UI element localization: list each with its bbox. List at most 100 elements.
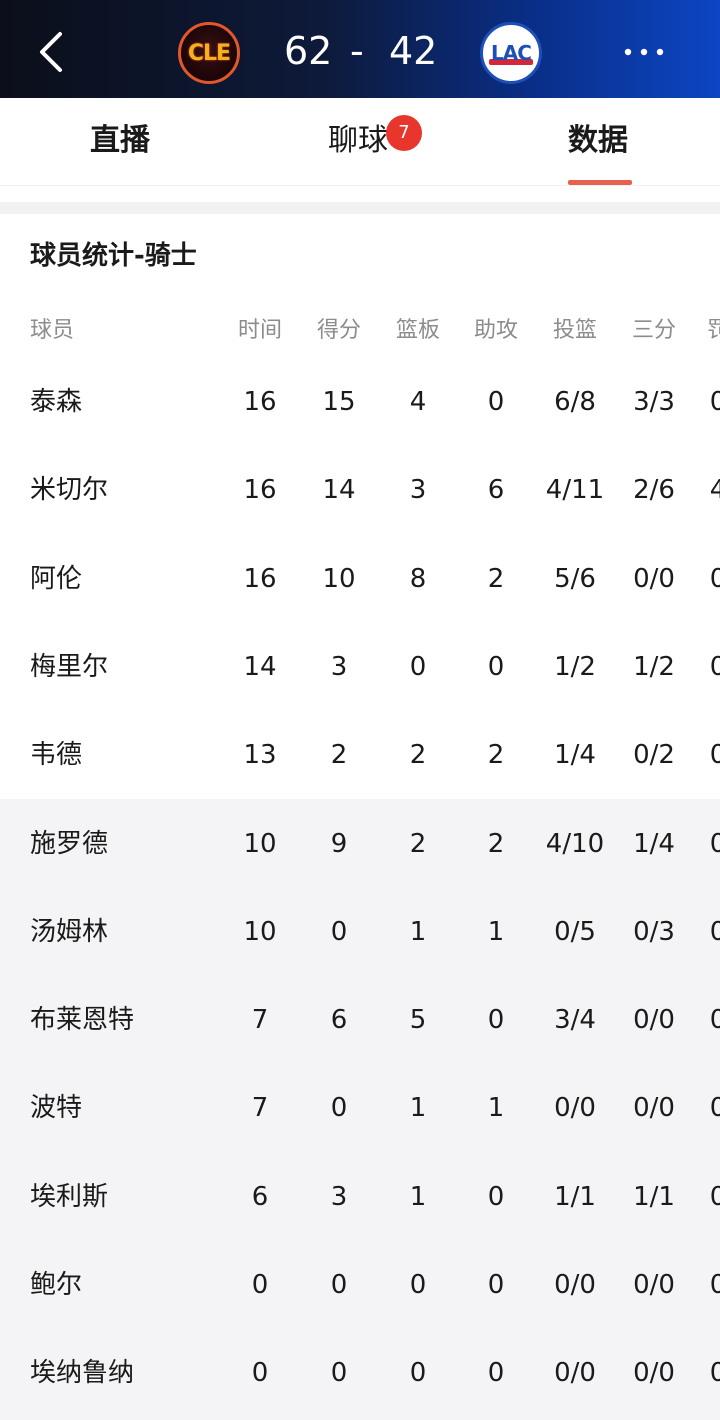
stat-cell: 10 xyxy=(243,829,277,859)
back-arrow-icon[interactable] xyxy=(34,30,70,74)
stat-cell: 0/0 xyxy=(554,1270,596,1300)
stat-cell: 0 xyxy=(709,740,720,770)
stat-cell: 0/0 xyxy=(554,1093,596,1123)
stat-cell: 7 xyxy=(251,1093,269,1123)
player-name[interactable]: 梅里尔 xyxy=(30,652,108,682)
stat-cell: 14 xyxy=(243,652,277,682)
stat-cell: 0 xyxy=(709,1270,720,1300)
column-header[interactable]: 投篮 xyxy=(553,316,597,346)
away-team-abbr: LAC xyxy=(491,41,532,65)
stat-cell: 0 xyxy=(709,1358,720,1388)
stat-cell: 2 xyxy=(330,740,348,770)
stat-cell: 0 xyxy=(709,1093,720,1123)
stat-cell: 0/0 xyxy=(633,1005,675,1035)
stat-cell: 0/0 xyxy=(554,1358,596,1388)
stat-cell: 16 xyxy=(243,564,277,594)
stat-cell: 1/2 xyxy=(554,652,596,682)
player-name[interactable]: 埃纳鲁纳 xyxy=(30,1358,134,1388)
stat-cell: 0/0 xyxy=(633,1358,675,1388)
stat-cell: 0 xyxy=(709,387,720,417)
column-header[interactable]: 得分 xyxy=(317,316,361,346)
player-name[interactable]: 布莱恩特 xyxy=(30,1005,134,1035)
stat-cell: 1/1 xyxy=(554,1182,596,1212)
away-score: 42 xyxy=(389,29,438,73)
home-score: 62 xyxy=(284,29,333,73)
stat-cell: 0 xyxy=(487,1270,505,1300)
player-name[interactable]: 阿伦 xyxy=(30,564,82,594)
stat-cell: 1 xyxy=(487,1093,505,1123)
stat-cell: 2 xyxy=(487,564,505,594)
stat-cell: 0/3 xyxy=(633,917,675,947)
stat-cell: 2 xyxy=(487,829,505,859)
stat-cell: 0 xyxy=(709,1182,720,1212)
away-team-logo[interactable]: LAC xyxy=(480,22,542,84)
stat-cell: 1 xyxy=(409,1182,427,1212)
stat-cell: 1/1 xyxy=(633,1182,675,1212)
stat-cell: 0 xyxy=(330,1270,348,1300)
column-header[interactable]: 助攻 xyxy=(474,316,518,346)
stat-cell: 14 xyxy=(322,475,356,505)
section-divider xyxy=(0,202,720,214)
player-name[interactable]: 埃利斯 xyxy=(30,1182,108,1212)
active-tab-indicator xyxy=(568,180,632,185)
player-name[interactable]: 泰森 xyxy=(30,387,82,417)
column-header[interactable]: 时间 xyxy=(238,316,282,346)
home-team-abbr: CLE xyxy=(187,40,231,66)
tab-data[interactable]: 数据 xyxy=(568,120,628,162)
stat-cell: 5 xyxy=(409,1005,427,1035)
player-name[interactable]: 韦德 xyxy=(30,740,82,770)
stat-cell: 0 xyxy=(709,917,720,947)
stat-cell: 3/4 xyxy=(554,1005,596,1035)
player-name[interactable]: 波特 xyxy=(30,1093,82,1123)
stat-cell: 0 xyxy=(251,1270,269,1300)
stat-cell: 1/4 xyxy=(633,829,675,859)
column-header: 球员 xyxy=(30,318,75,343)
stat-cell: 2 xyxy=(487,740,505,770)
player-name[interactable]: 汤姆林 xyxy=(30,917,108,947)
stat-cell: 0 xyxy=(487,387,505,417)
stat-cell: 0 xyxy=(709,652,720,682)
column-header[interactable]: 篮板 xyxy=(396,316,440,346)
player-name[interactable]: 米切尔 xyxy=(30,475,108,505)
stat-cell: 2 xyxy=(409,829,427,859)
player-name[interactable]: 鲍尔 xyxy=(30,1270,82,1300)
stat-cell: 1 xyxy=(487,917,505,947)
stat-cell: 6 xyxy=(487,475,505,505)
player-name[interactable]: 施罗德 xyxy=(30,829,108,859)
tab-chat[interactable]: 聊球 xyxy=(328,120,388,162)
tab-bar: 直播 聊球 数据 xyxy=(0,98,720,186)
stat-cell: 0/2 xyxy=(633,740,675,770)
more-options-icon[interactable] xyxy=(622,46,666,58)
stat-cell: 15 xyxy=(322,387,356,417)
stat-cell: 1 xyxy=(409,917,427,947)
stat-cell: 1/4 xyxy=(554,740,596,770)
stat-cell: 9 xyxy=(330,829,348,859)
tab-live[interactable]: 直播 xyxy=(90,120,150,162)
column-header[interactable]: 罚 xyxy=(707,316,720,346)
stat-cell: 7 xyxy=(251,1005,269,1035)
bench-rows-background xyxy=(0,799,720,1420)
stat-cell: 6/8 xyxy=(554,387,596,417)
stat-cell: 0 xyxy=(251,1358,269,1388)
stat-cell: 10 xyxy=(243,917,277,947)
stat-cell: 16 xyxy=(243,475,277,505)
stat-cell: 0/0 xyxy=(633,564,675,594)
stat-cell: 2/6 xyxy=(633,475,675,505)
stat-cell: 3 xyxy=(330,1182,348,1212)
stat-cell: 0 xyxy=(409,1358,427,1388)
stat-cell: 0 xyxy=(709,564,720,594)
stat-cell: 0/5 xyxy=(554,917,596,947)
stat-cell: 8 xyxy=(409,564,427,594)
home-team-logo[interactable]: CLE xyxy=(178,22,240,84)
stat-cell: 4/11 xyxy=(545,475,605,505)
stat-cell: 0/0 xyxy=(633,1093,675,1123)
stat-cell: 1 xyxy=(409,1093,427,1123)
column-header[interactable]: 三分 xyxy=(632,316,676,346)
stat-cell: 1/2 xyxy=(633,652,675,682)
stat-cell: 4 xyxy=(409,387,427,417)
stat-cell: 0 xyxy=(487,1358,505,1388)
stat-cell: 0 xyxy=(709,1005,720,1035)
stat-cell: 2 xyxy=(409,740,427,770)
stat-cell: 0 xyxy=(487,1005,505,1035)
section-title: 球员统计-骑士 xyxy=(30,241,197,271)
